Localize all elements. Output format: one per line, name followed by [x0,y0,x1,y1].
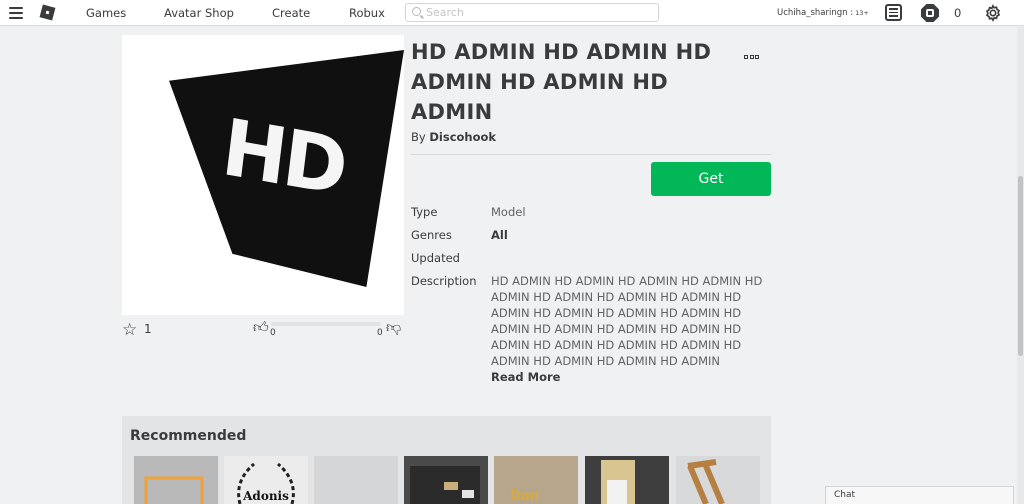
genres-label: Genres [411,228,452,242]
creator-byline: By Discohook [411,130,496,144]
search-box[interactable] [405,3,659,22]
nav-robux[interactable]: Robux [349,6,385,20]
item-thumbnail: HD [122,35,404,315]
type-value: Model [491,205,526,219]
divider [411,154,771,155]
genres-value[interactable]: All [491,228,508,242]
recommended-card[interactable] [134,456,218,504]
updated-label: Updated [411,251,460,265]
favorite-star-icon[interactable]: ☆ [122,320,137,340]
chat-label: Chat [834,490,856,500]
recommended-card[interactable] [404,456,488,504]
recommended-card[interactable]: Adonis [224,456,308,504]
search-input[interactable] [426,5,656,20]
don-logo-text: Don [510,489,539,504]
card-thumbnail [687,459,725,504]
card-thumbnail [601,460,635,504]
recommended-card[interactable] [585,456,669,504]
recommended-card[interactable] [676,456,760,504]
by-prefix: By [411,130,426,144]
creator-link[interactable]: Discohook [429,130,496,144]
age-tag: 13+ [855,9,869,17]
favorite-count: 1 [144,322,152,336]
adonis-logo-text: Adonis [242,489,289,503]
recommended-card[interactable]: Don [494,456,578,504]
thumbs-up-icon[interactable]: 👍︎ [253,318,269,337]
type-label: Type [411,205,438,219]
robux-icon[interactable] [921,4,939,22]
nav-create[interactable]: Create [272,6,310,20]
search-icon [412,7,421,16]
downvote-count: 0 [377,328,383,338]
chat-bar[interactable]: Chat [825,486,1014,504]
recommended-card[interactable] [314,456,398,504]
roblox-logo-icon[interactable] [39,4,56,21]
card-thumbnail [410,466,480,504]
username-text: Uchiha_sharingn : [777,8,854,18]
page-scrollbar[interactable] [1017,26,1024,504]
get-button[interactable]: Get [651,162,771,196]
messages-icon[interactable] [885,4,902,21]
menu-icon[interactable] [9,7,23,19]
nav-games[interactable]: Games [86,6,126,20]
card-thumbnail: Don [494,456,578,504]
username-label[interactable]: Uchiha_sharingn :13+ [777,8,869,18]
card-thumbnail [134,456,218,504]
item-title: HD ADMIN HD ADMIN HD ADMIN HD ADMIN HD A… [411,40,712,124]
upvote-count: 0 [270,328,276,338]
more-options-icon[interactable] [744,44,764,59]
robux-balance: 0 [954,6,962,20]
settings-gear-icon[interactable] [984,4,1002,22]
thumbs-down-icon[interactable]: 👎︎ [386,318,401,337]
recommended-title: Recommended [130,428,247,444]
top-navigation-bar: Games Avatar Shop Create Robux Uchiha_sh… [0,0,1024,26]
description-label: Description [411,274,477,288]
read-more-link[interactable]: Read More [491,370,560,384]
card-thumbnail: Adonis [237,462,295,504]
scrollbar-thumb[interactable] [1018,176,1023,356]
description-text: HD ADMIN HD ADMIN HD ADMIN HD ADMIN HD A… [491,274,763,368]
nav-avatar-shop[interactable]: Avatar Shop [164,6,234,20]
vote-ratio-bar [271,322,381,326]
